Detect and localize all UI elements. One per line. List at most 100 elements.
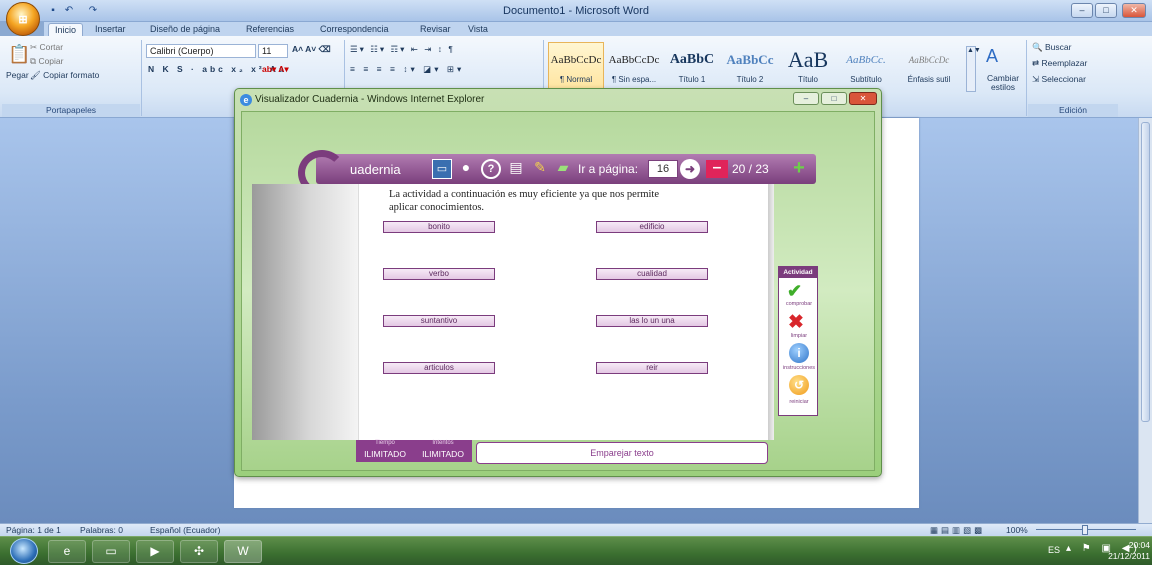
print-icon[interactable]: ▤: [506, 159, 526, 179]
taskbar-media-icon[interactable]: ▶: [136, 540, 174, 563]
monitor-icon[interactable]: ▭: [432, 159, 452, 179]
ribbon-tabs: Inicio Insertar Diseño de página Referen…: [44, 22, 1152, 36]
paste-button[interactable]: Pegar: [6, 70, 29, 80]
select-button[interactable]: ⇲ Seleccionar: [1032, 74, 1086, 85]
left-word-4[interactable]: articulos: [383, 362, 495, 374]
book-edge: [768, 184, 774, 440]
clear-icon[interactable]: ✖: [788, 311, 804, 334]
ie-minimize-button[interactable]: –: [793, 92, 819, 105]
eraser-icon[interactable]: ▰: [552, 159, 574, 179]
book-left-page: [252, 184, 358, 440]
vertical-scrollbar[interactable]: [1138, 118, 1152, 523]
check-icon[interactable]: ✔: [787, 281, 802, 302]
find-button[interactable]: 🔍 Buscar: [1032, 42, 1071, 53]
tab-inicio[interactable]: Inicio: [48, 23, 84, 36]
prev-page-button[interactable]: –: [706, 160, 728, 178]
taskbar-network-icon[interactable]: ✣: [180, 540, 218, 563]
go-arrow-icon[interactable]: ➜: [680, 159, 700, 179]
start-button[interactable]: [10, 538, 38, 564]
alignment-buttons[interactable]: ≡ ≡ ≡ ≡ ↕▾ ◪▾ ⊞▾: [350, 64, 464, 75]
copy-button[interactable]: ⧉ Copiar: [30, 56, 63, 67]
tab-diseno[interactable]: Diseño de página: [144, 23, 226, 36]
clear-label: limpiar: [790, 333, 808, 339]
paste-icon[interactable]: 📋: [8, 44, 30, 65]
left-word-3[interactable]: suntantivo: [383, 315, 495, 327]
right-word-3[interactable]: las lo un una: [596, 315, 708, 327]
minimize-button[interactable]: –: [1071, 3, 1093, 18]
cuadernia-viewer: uadernia ▭ ● ? ▤ ✎ ▰ Ir a página: 16 ➜ –…: [241, 111, 875, 471]
right-word-1[interactable]: edificio: [596, 221, 708, 233]
user-icon[interactable]: ●: [456, 159, 476, 179]
taskbar-explorer-icon[interactable]: ▭: [92, 540, 130, 563]
activity-panel-header: Actividad: [779, 267, 817, 278]
office-button[interactable]: ⊞: [6, 2, 40, 36]
zoom-level[interactable]: 100%: [1006, 524, 1028, 536]
change-styles-icon[interactable]: A: [986, 46, 998, 67]
status-page[interactable]: Página: 1 de 1: [6, 524, 61, 536]
editing-group-label: Edición: [1028, 104, 1118, 117]
right-word-4[interactable]: reir: [596, 362, 708, 374]
divider: [141, 40, 142, 116]
left-word-2[interactable]: verbo: [383, 268, 495, 280]
scrollbar-thumb[interactable]: [1141, 122, 1150, 422]
style-enfasis-sutil[interactable]: AaBbCcDc Énfasis sutil: [896, 42, 962, 96]
help-icon[interactable]: ?: [481, 159, 501, 179]
taskbar-ie-icon[interactable]: e: [48, 540, 86, 563]
font-size-select[interactable]: 11: [258, 44, 288, 58]
input-language[interactable]: ES: [1048, 545, 1060, 555]
reset-label: reiniciar: [789, 399, 809, 405]
time-label: Tiempo: [375, 440, 395, 446]
window-title: Documento1 - Microsoft Word: [503, 5, 649, 17]
next-page-button[interactable]: +: [788, 158, 810, 179]
divider: [1026, 40, 1027, 116]
ie-maximize-button[interactable]: □: [821, 92, 847, 105]
info-label: instrucciones: [782, 365, 816, 371]
page-counter: 20 / 23: [732, 162, 769, 176]
tab-vista[interactable]: Vista: [462, 23, 494, 36]
tab-insertar[interactable]: Insertar: [89, 23, 132, 36]
taskbar-word-icon[interactable]: W: [224, 540, 262, 563]
close-button[interactable]: ✕: [1122, 3, 1146, 18]
view-buttons[interactable]: ▦▤▥▧▩: [930, 524, 985, 536]
clipboard-group-label: Portapapeles: [2, 104, 140, 117]
goto-page-label: Ir a página:: [578, 162, 639, 176]
font-grow-shrink-buttons[interactable]: A˄ A˅ ⌫: [292, 44, 331, 55]
activity-name: Emparejar texto: [476, 442, 768, 464]
font-color-icon[interactable]: ab▾ A▾: [262, 64, 289, 75]
status-language[interactable]: Español (Ecuador): [150, 524, 220, 536]
maximize-button[interactable]: □: [1095, 3, 1117, 18]
tab-correspondencia[interactable]: Correspondencia: [314, 23, 395, 36]
page-number-input[interactable]: 16: [648, 160, 678, 178]
font-name-select[interactable]: Calibri (Cuerpo): [146, 44, 256, 58]
clock-time[interactable]: 20:04: [1102, 540, 1150, 550]
list-buttons[interactable]: ☰▾ ☷▾ ☶▾ ⇤ ⇥ ↕ ¶: [350, 44, 455, 55]
reset-icon[interactable]: ↺: [789, 375, 809, 395]
activity-panel: Actividad ✔ comprobar ✖ limpiar i instru…: [778, 266, 818, 416]
check-label: comprobar: [785, 301, 813, 307]
clock-date[interactable]: 21/12/2011: [1102, 551, 1150, 561]
word-titlebar: ▪ ↶ ↷ Documento1 - Microsoft Word – □ ✕: [0, 0, 1152, 22]
format-painter-button[interactable]: 🖌 Copiar formato: [30, 70, 99, 81]
info-icon[interactable]: i: [789, 343, 809, 363]
ie-close-button[interactable]: ✕: [849, 92, 877, 105]
zoom-slider[interactable]: [1036, 525, 1136, 535]
tab-revisar[interactable]: Revisar: [414, 23, 457, 36]
paint-icon[interactable]: ✎: [530, 159, 550, 179]
cuadernia-logo-text: uadernia: [350, 162, 401, 177]
activity-instruction: La actividad a continuación es muy efici…: [389, 189, 659, 213]
replace-button[interactable]: ⇄ Reemplazar: [1032, 58, 1087, 69]
time-value: ILIMITADO: [364, 449, 406, 459]
status-words[interactable]: Palabras: 0: [80, 524, 123, 536]
left-word-1[interactable]: bonito: [383, 221, 495, 233]
cuadernia-toolbar: uadernia ▭ ● ? ▤ ✎ ▰ Ir a página: 16 ➜ –…: [316, 154, 816, 184]
ie-logo-icon: e: [240, 94, 252, 106]
tries-label: Intentos: [432, 440, 454, 446]
right-word-2[interactable]: cualidad: [596, 268, 708, 280]
status-bar: Página: 1 de 1 Palabras: 0 Español (Ecua…: [0, 523, 1152, 536]
tab-referencias[interactable]: Referencias: [240, 23, 300, 36]
cut-button[interactable]: ✂ Cortar: [30, 42, 63, 53]
activity-content: La actividad a continuación es muy efici…: [358, 184, 768, 440]
change-styles-button[interactable]: Cambiar estilos: [982, 74, 1024, 92]
ie-title: Visualizador Cuadernia - Windows Interne…: [255, 94, 485, 105]
styles-scroll[interactable]: ▲▼: [966, 46, 981, 92]
